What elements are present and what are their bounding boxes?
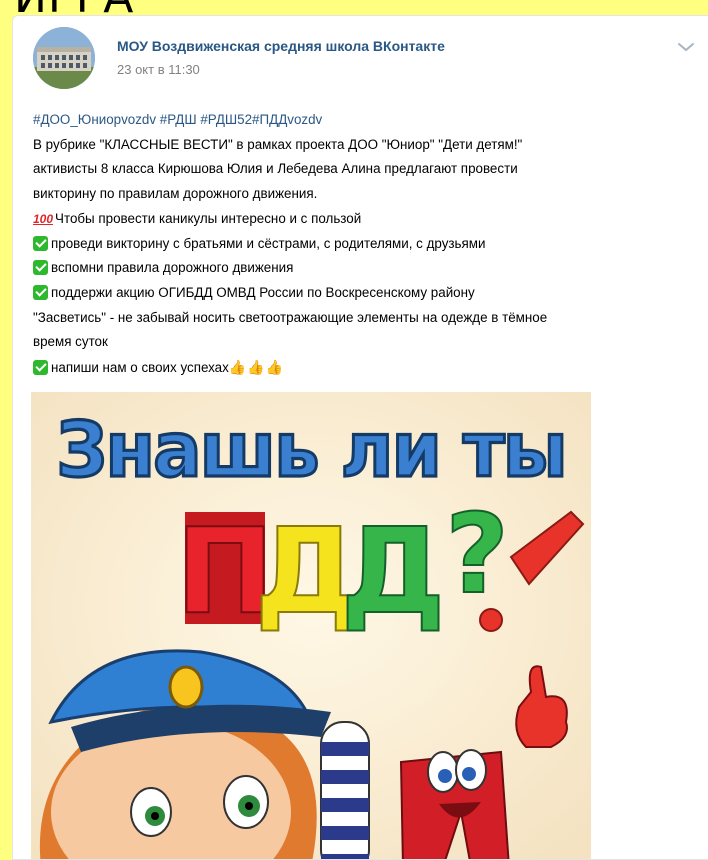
avatar[interactable] xyxy=(33,27,95,89)
post-line: вспомни правила дорожного движения xyxy=(33,256,703,281)
post-line: напиши нам о своих успехах👍👍👍 xyxy=(33,355,703,381)
poster-question: ? xyxy=(445,490,509,618)
post-author-link[interactable]: МОУ Воздвиженская средняя школа ВКонтакт… xyxy=(117,38,445,54)
post-time[interactable]: 23 окт в 11:30 xyxy=(117,62,200,77)
post-hashtags[interactable]: #ДОО_Юниорvozdv #РДШ #РДШ52#ПДДvozdv xyxy=(33,108,703,133)
post-text: #ДОО_Юниорvozdv #РДШ #РДШ52#ПДДvozdv В р… xyxy=(33,108,703,381)
check-mark-icon xyxy=(33,235,48,251)
post-line: активисты 8 класса Кирюшова Юлия и Лебед… xyxy=(33,161,518,177)
poster-title: Знашь ли ты xyxy=(56,406,566,494)
post-line: проведи викторину с братьями и сёстрами,… xyxy=(33,232,703,257)
post-line: время суток xyxy=(33,334,108,350)
post-line: В рубрике "КЛАССНЫЕ ВЕСТИ" в рамках прое… xyxy=(33,136,523,152)
post-line: поддержи акцию ОГИБДД ОМВД России по Вос… xyxy=(33,281,703,306)
baton xyxy=(320,721,370,859)
check-mark-icon xyxy=(33,284,48,300)
post-line: викторину по правилам дорожного движения… xyxy=(33,186,318,202)
chevron-down-icon[interactable] xyxy=(677,40,695,52)
thumbs-up-icon: 👍👍👍 xyxy=(228,359,285,376)
hundred-points-icon: 100 xyxy=(33,211,54,226)
check-mark-icon xyxy=(33,260,48,276)
post-line: "Засветись" - не забывай носить светоотр… xyxy=(33,309,548,325)
post-image[interactable]: Знашь ли ты П Д Д ? xyxy=(31,392,591,859)
post-card: МОУ Воздвиженская средняя школа ВКонтакт… xyxy=(12,15,708,860)
check-mark-icon xyxy=(33,360,48,376)
poster-letter-d2: Д xyxy=(340,502,445,640)
post-line: 100 Чтобы провести каникулы интересно и с… xyxy=(33,207,703,232)
